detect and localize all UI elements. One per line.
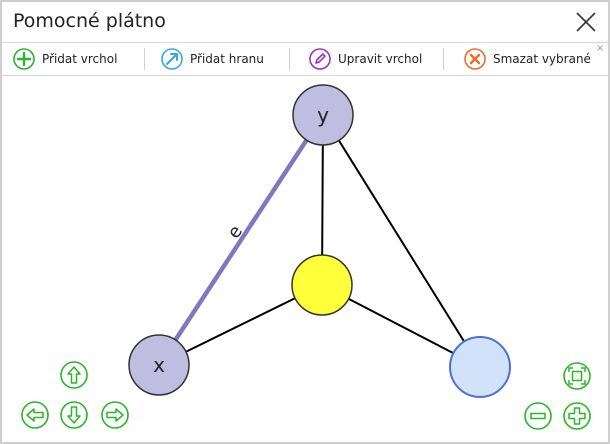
pan-left-button[interactable] <box>21 401 49 429</box>
window-title: Pomocné plátno <box>13 10 166 32</box>
pencil-icon <box>309 48 331 70</box>
edit-vertex-label: Upravit vrchol <box>338 52 423 66</box>
edge-y-right[interactable] <box>322 114 481 368</box>
vertex-center[interactable] <box>291 254 353 316</box>
toolbar-divider <box>144 48 145 70</box>
edges-layer <box>157 113 481 368</box>
edge-arrow-icon <box>161 48 183 70</box>
toolbar-divider <box>289 48 290 70</box>
toolbar-dismiss-button[interactable]: × <box>596 43 604 54</box>
add-edge-button[interactable]: Přidat hranu <box>160 46 264 72</box>
add-edge-label: Přidat hranu <box>190 52 264 66</box>
fit-to-view-button[interactable] <box>563 362 591 390</box>
pan-right-button[interactable] <box>101 401 129 429</box>
vertex-y[interactable]: y <box>292 84 354 146</box>
title-bar: Pomocné plátno <box>2 2 608 42</box>
vertex-y-label: y <box>317 103 329 127</box>
pan-down-button[interactable] <box>60 401 88 429</box>
pan-up-button[interactable] <box>60 361 88 389</box>
close-icon[interactable] <box>574 10 598 34</box>
delete-selected-label: Smazat vybrané <box>493 52 591 66</box>
plus-circle-icon <box>13 48 35 70</box>
helper-canvas-window: Pomocné plátno Přidat vrchol Přidat hran… <box>0 0 610 444</box>
zoom-in-button[interactable] <box>563 402 591 430</box>
vertex-x-label: x <box>153 353 165 377</box>
toolbar-divider <box>443 48 444 70</box>
vertex-x[interactable]: x <box>128 334 190 396</box>
add-vertex-button[interactable]: Přidat vrchol <box>12 46 117 72</box>
add-vertex-label: Přidat vrchol <box>42 52 118 66</box>
graph-canvas[interactable]: e y x <box>2 75 608 442</box>
edit-vertex-button[interactable]: Upravit vrchol <box>308 46 422 72</box>
delete-x-icon <box>464 48 486 70</box>
delete-selected-button[interactable]: Smazat vybrané <box>463 46 591 72</box>
zoom-out-button[interactable] <box>524 402 552 430</box>
vertex-right-selected[interactable] <box>449 336 511 398</box>
toolbar: Přidat vrchol Přidat hranu Upravit vrcho… <box>2 42 608 76</box>
vertices-layer: y x <box>128 84 511 398</box>
